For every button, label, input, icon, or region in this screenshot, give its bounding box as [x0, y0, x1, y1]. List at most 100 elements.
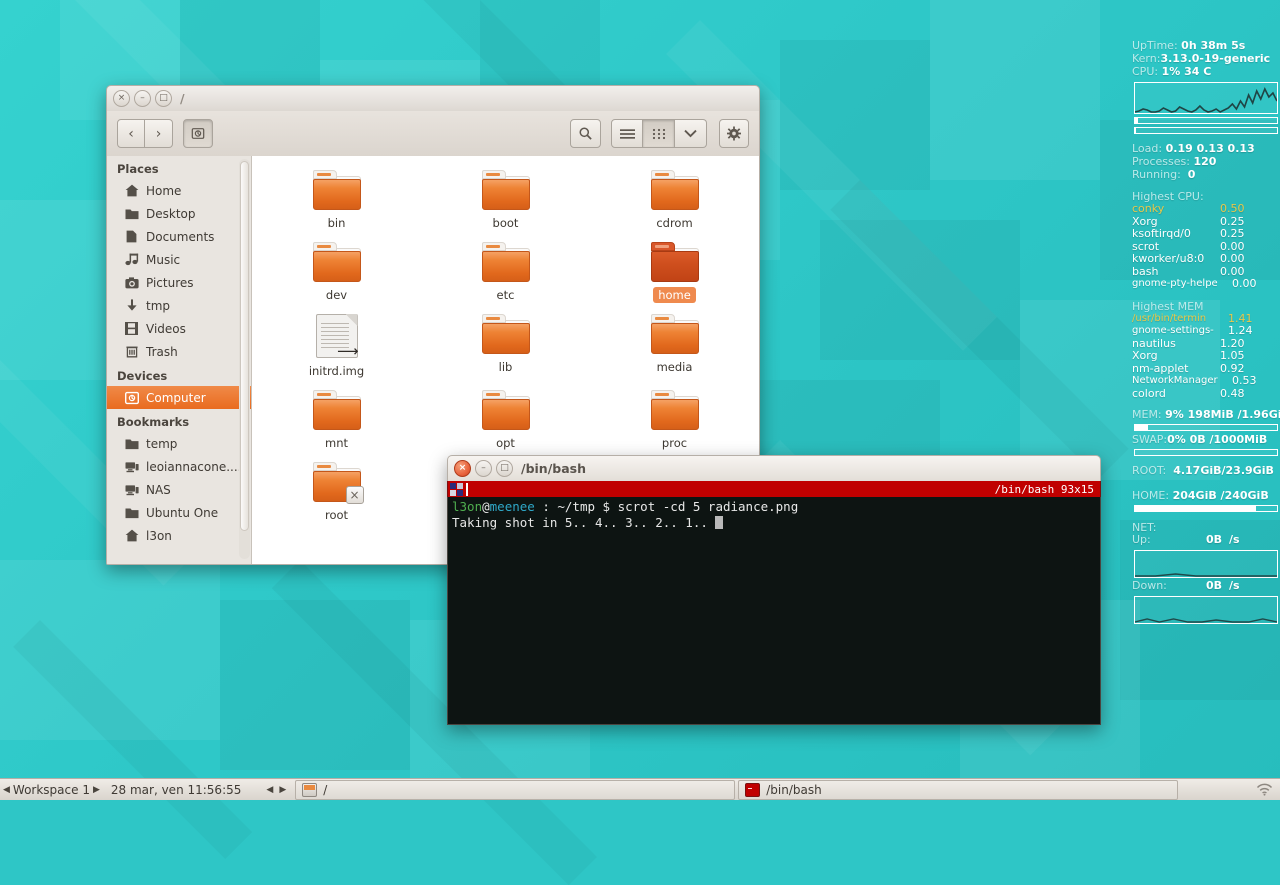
sidebar-item-nas[interactable]: NAS	[107, 478, 251, 501]
conky-memory-section: MEM: 9% 198MiB /1.96GiB SWAP:0% 0B /1000…	[1132, 409, 1280, 456]
sidebar[interactable]: Places Home Desktop Documents	[107, 156, 252, 564]
close-icon[interactable]: ×	[454, 460, 471, 477]
taskbar-item-nautilus[interactable]: /	[295, 780, 735, 800]
terminal-sep: :	[535, 499, 558, 514]
document-link-icon: ⟶	[316, 314, 358, 358]
conky-mem-label: MEM:	[1132, 409, 1162, 421]
sidebar-item-home[interactable]: Home	[107, 179, 251, 202]
sidebar-item-tmp[interactable]: tmp	[107, 294, 251, 317]
task-next-button[interactable]: ▶	[276, 785, 289, 795]
conky-disk-section: ROOT: 4.17GiB/23.9GiB HOME: 204GiB /240G…	[1132, 465, 1280, 512]
sidebar-item-computer[interactable]: Computer	[107, 386, 251, 409]
task-prev-button[interactable]: ◀	[263, 785, 276, 795]
close-icon[interactable]: ×	[113, 90, 130, 107]
navigation-buttons[interactable]: ‹ ›	[117, 119, 173, 148]
file-item[interactable]: lib	[421, 314, 590, 379]
sidebar-item-temp[interactable]: temp	[107, 432, 251, 455]
sidebar-item-label: leoiannacone....	[146, 460, 242, 474]
file-item[interactable]: etc	[421, 242, 590, 303]
file-item[interactable]: bin	[252, 170, 421, 231]
workspace-prev-button[interactable]: ◀	[0, 785, 13, 795]
process-value: 0.50	[1220, 203, 1245, 216]
cpu-sparkline	[1135, 83, 1277, 113]
wifi-icon[interactable]	[1256, 783, 1273, 796]
location-button[interactable]	[183, 119, 213, 148]
file-item[interactable]: cdrom	[590, 170, 759, 231]
conky-cpu1-bar	[1134, 117, 1278, 124]
settings-button[interactable]	[719, 119, 749, 148]
sidebar-item-videos[interactable]: Videos	[107, 317, 251, 340]
conky-mem-process-row: colord0.48	[1132, 388, 1280, 401]
list-view-button[interactable]	[611, 119, 643, 148]
conky-load-section: Load: 0.19 0.13 0.13 Processes: 120 Runn…	[1132, 143, 1280, 181]
process-value: 1.05	[1220, 350, 1245, 363]
file-label: opt	[491, 435, 520, 451]
sidebar-item-l3on[interactable]: l3on	[107, 524, 251, 547]
conky-mem-bar	[1134, 424, 1278, 431]
terminal-output-line: Taking shot in 5.. 4.. 3.. 2.. 1..	[452, 515, 1096, 531]
terminal-output[interactable]: l3on@meenee : ~/tmp $ scrot -cd 5 radian…	[447, 497, 1101, 725]
terminal-window[interactable]: × – □ /bin/bash /bin/bash 93x15 l3on@mee…	[447, 455, 1101, 725]
terminal-at: @	[482, 499, 490, 514]
minimize-icon[interactable]: –	[134, 90, 151, 107]
sidebar-item-pictures[interactable]: Pictures	[107, 271, 251, 294]
conky-up-graph	[1134, 550, 1278, 578]
terminal-titlebar[interactable]: × – □ /bin/bash	[447, 455, 1101, 481]
terminal-tab-bar[interactable]: /bin/bash 93x15	[447, 481, 1101, 497]
file-item[interactable]: opt	[421, 390, 590, 451]
conky-home-bar	[1134, 505, 1278, 512]
nautilus-icon	[302, 783, 317, 797]
sidebar-item-label: Ubuntu One	[146, 506, 218, 520]
terminal-title: /bin/bash	[521, 461, 586, 476]
conky-load-label: Load:	[1132, 143, 1162, 155]
terminal-host: meenee	[490, 499, 535, 514]
forward-button[interactable]: ›	[145, 119, 173, 148]
minimize-icon[interactable]: –	[475, 460, 492, 477]
taskbar[interactable]: ◀ Workspace 1 ▶ 28 mar, ven 11:56:55 ◀ ▶…	[0, 778, 1280, 800]
file-label: cdrom	[651, 215, 697, 231]
sidebar-item-ubuntu-one[interactable]: Ubuntu One	[107, 501, 251, 524]
sidebar-item-trash[interactable]: Trash	[107, 340, 251, 363]
conky-cpu-process-row: conky0.50	[1132, 203, 1280, 216]
sidebar-item-music[interactable]: Music	[107, 248, 251, 271]
sidebar-item-leoiannacone[interactable]: leoiannacone....	[107, 455, 251, 478]
view-buttons[interactable]	[611, 119, 707, 148]
workspace-label[interactable]: Workspace 1	[13, 783, 90, 797]
upload-sparkline	[1135, 551, 1277, 577]
taskbar-item-terminal[interactable]: /bin/bash	[738, 780, 1178, 800]
file-item[interactable]: dev	[252, 242, 421, 303]
sidebar-scrollbar-thumb[interactable]	[240, 161, 249, 531]
back-button[interactable]: ‹	[117, 119, 145, 148]
conky-net-section: NET: Up:0B /s Down:0B /s	[1132, 521, 1280, 624]
file-item[interactable]: × root	[252, 462, 421, 523]
file-item[interactable]: boot	[421, 170, 590, 231]
sidebar-heading-bookmarks: Bookmarks	[107, 409, 251, 432]
symlink-arrow-icon: ⟶	[337, 344, 359, 359]
sidebar-item-documents[interactable]: Documents	[107, 225, 251, 248]
download-icon	[124, 298, 139, 313]
window-controls[interactable]: × – □	[454, 460, 513, 477]
sidebar-heading-devices: Devices	[107, 363, 251, 386]
file-item[interactable]: proc	[590, 390, 759, 451]
file-label: mnt	[320, 435, 353, 451]
conky-up-label: Up:	[1132, 534, 1194, 546]
file-item[interactable]: mnt	[252, 390, 421, 451]
folder-icon	[482, 170, 530, 210]
view-menu-button[interactable]	[675, 119, 707, 148]
sidebar-scrollbar[interactable]	[239, 159, 250, 559]
file-item[interactable]: media	[590, 314, 759, 379]
file-manager-titlebar[interactable]: × – □ /	[106, 85, 760, 111]
process-name: /usr/bin/termin	[1132, 313, 1228, 326]
workspace-next-button[interactable]: ▶	[90, 785, 103, 795]
conky-mem-process-row: Xorg1.05	[1132, 350, 1280, 363]
maximize-icon[interactable]: □	[496, 460, 513, 477]
window-controls[interactable]: × – □	[113, 90, 172, 107]
search-button[interactable]	[570, 119, 601, 148]
sidebar-item-desktop[interactable]: Desktop	[107, 202, 251, 225]
conky-cpu-label: CPU:	[1132, 66, 1158, 78]
file-item[interactable]: ⟶ initrd.img	[252, 314, 421, 379]
clock[interactable]: 28 mar, ven 11:56:55	[111, 783, 242, 797]
icon-view-button[interactable]	[643, 119, 675, 148]
file-item-selected[interactable]: home	[590, 242, 759, 303]
maximize-icon[interactable]: □	[155, 90, 172, 107]
